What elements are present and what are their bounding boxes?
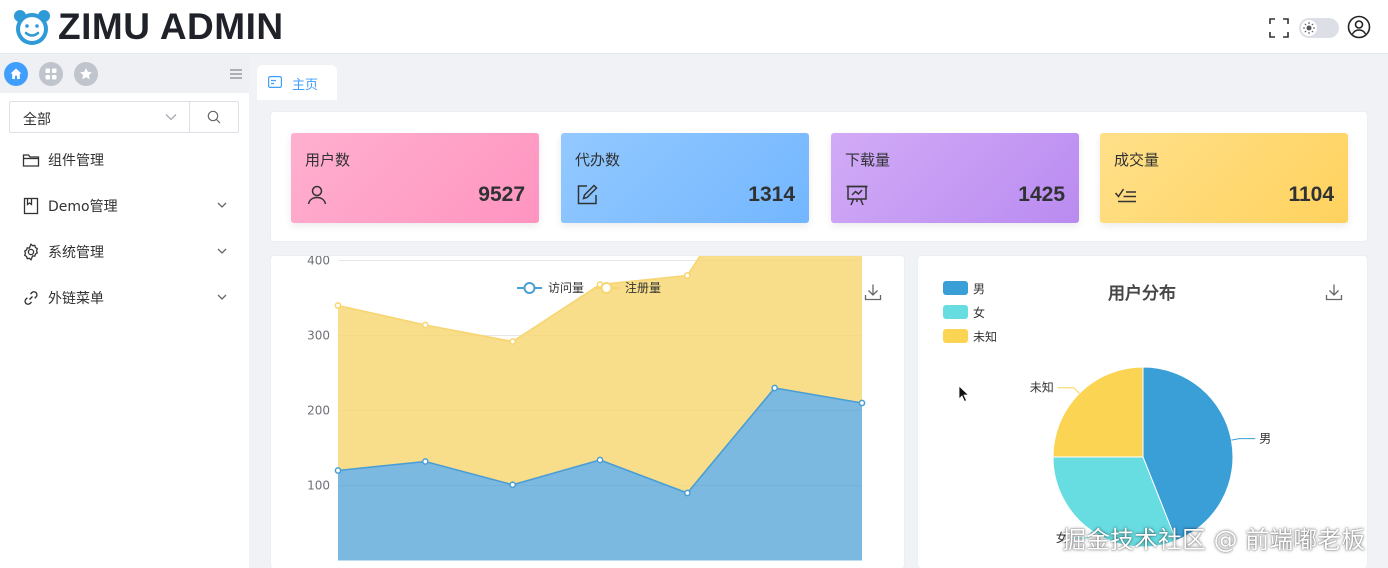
pie-label: 未知 xyxy=(1030,381,1054,395)
data-point xyxy=(683,489,691,497)
user-avatar-icon[interactable] xyxy=(1347,15,1371,39)
data-point xyxy=(509,481,517,489)
pie-label-line xyxy=(1057,387,1080,394)
bear-logo-icon[interactable] xyxy=(12,7,52,47)
sidebar-item-external-links[interactable]: 外链菜单 xyxy=(0,274,249,320)
sidebar-item-label: Demo管理 xyxy=(48,199,118,215)
sun-icon xyxy=(1301,20,1317,36)
sidebar-shortcut-bar xyxy=(0,55,249,93)
fullscreen-icon[interactable] xyxy=(1267,16,1291,40)
legend-label: 注册量 xyxy=(625,280,661,295)
stats-panel: 用户数 9527 代办数 1314 下载量 1425 成交量 1104 xyxy=(270,111,1368,242)
presentation-icon xyxy=(846,185,868,206)
data-point xyxy=(509,338,517,345)
download-icon[interactable] xyxy=(864,283,882,301)
stat-card-todos: 代办数 1314 xyxy=(561,133,809,223)
pie-slice-未知 xyxy=(1052,366,1144,458)
checklist-icon xyxy=(1114,188,1136,203)
mouse-cursor-icon xyxy=(958,385,970,403)
data-point xyxy=(334,467,342,474)
legend-marker xyxy=(600,282,613,294)
brand-title: ZIMU ADMIN xyxy=(58,6,284,47)
data-point xyxy=(421,321,429,329)
home-icon[interactable] xyxy=(4,62,28,86)
folder-icon xyxy=(22,154,40,167)
data-point xyxy=(596,456,604,464)
traffic-area-chart[interactable]: 100200300400500600访问量注册量 xyxy=(271,104,906,568)
chevron-down-icon xyxy=(217,248,227,254)
tab-label: 主页 xyxy=(292,78,319,93)
stat-title: 代办数 xyxy=(575,151,621,169)
stat-card-deals: 成交量 1104 xyxy=(1100,133,1348,223)
grid-icon[interactable] xyxy=(39,62,63,86)
y-tick-label: 400 xyxy=(307,256,330,268)
hamburger-icon[interactable] xyxy=(230,69,242,79)
stat-value: 1104 xyxy=(1288,183,1334,206)
y-tick-label: 300 xyxy=(307,329,330,343)
y-tick-label: 100 xyxy=(307,479,330,493)
stat-value: 1425 xyxy=(1018,183,1065,206)
menu-search-button[interactable] xyxy=(189,101,239,133)
chevron-down-icon xyxy=(165,114,177,121)
menu-filter-select[interactable]: 全部 xyxy=(9,101,190,133)
sidebar-item-label: 外链菜单 xyxy=(48,291,104,307)
sidebar: 全部 组件管理 Demo管理 系统管理 外链菜单 xyxy=(0,55,249,568)
gear-icon xyxy=(23,243,39,261)
menu-filter-value: 全部 xyxy=(23,112,51,128)
stat-value: 1314 xyxy=(748,183,795,206)
home-tab-icon xyxy=(268,76,282,88)
book-icon xyxy=(23,197,39,215)
user-icon xyxy=(307,185,327,205)
link-icon xyxy=(24,291,38,305)
legend-label: 访问量 xyxy=(548,281,584,295)
data-point xyxy=(421,458,429,465)
sidebar-item-label: 组件管理 xyxy=(48,153,104,169)
sidebar-item-label: 系统管理 xyxy=(48,245,104,261)
tab-bar: 主页 xyxy=(249,55,1388,100)
stat-value: 9527 xyxy=(478,183,525,206)
stat-card-users: 用户数 9527 xyxy=(291,133,539,223)
pie-label: 男 xyxy=(1259,432,1271,446)
chevron-down-icon xyxy=(217,294,227,300)
chevron-down-icon xyxy=(217,202,227,208)
traffic-chart-card: 100200300400500600访问量注册量 xyxy=(270,104,906,568)
sidebar-item-system[interactable]: 系统管理 xyxy=(0,228,249,274)
data-point xyxy=(683,272,691,279)
legend-marker xyxy=(523,282,536,294)
star-icon[interactable] xyxy=(74,62,98,86)
edit-icon xyxy=(577,184,598,205)
app-header: ZIMU ADMIN xyxy=(0,0,1388,54)
data-point xyxy=(334,302,342,309)
data-point xyxy=(771,384,779,392)
stat-card-downloads: 下载量 1425 xyxy=(831,133,1079,223)
sidebar-item-demo[interactable]: Demo管理 xyxy=(0,182,249,228)
stat-title: 成交量 xyxy=(1114,151,1160,169)
tab-home[interactable]: 主页 xyxy=(257,65,337,100)
pie-label-line xyxy=(1231,438,1256,441)
stat-title: 下载量 xyxy=(845,151,891,169)
sidebar-item-components[interactable]: 组件管理 xyxy=(0,136,249,182)
theme-toggle[interactable] xyxy=(1299,18,1339,38)
y-tick-label: 200 xyxy=(307,404,330,418)
watermark: 掘金技术社区 @ 前端嘟老板 xyxy=(1062,526,1366,554)
stat-title: 用户数 xyxy=(305,151,351,169)
search-icon xyxy=(207,110,221,124)
data-point xyxy=(858,399,866,407)
